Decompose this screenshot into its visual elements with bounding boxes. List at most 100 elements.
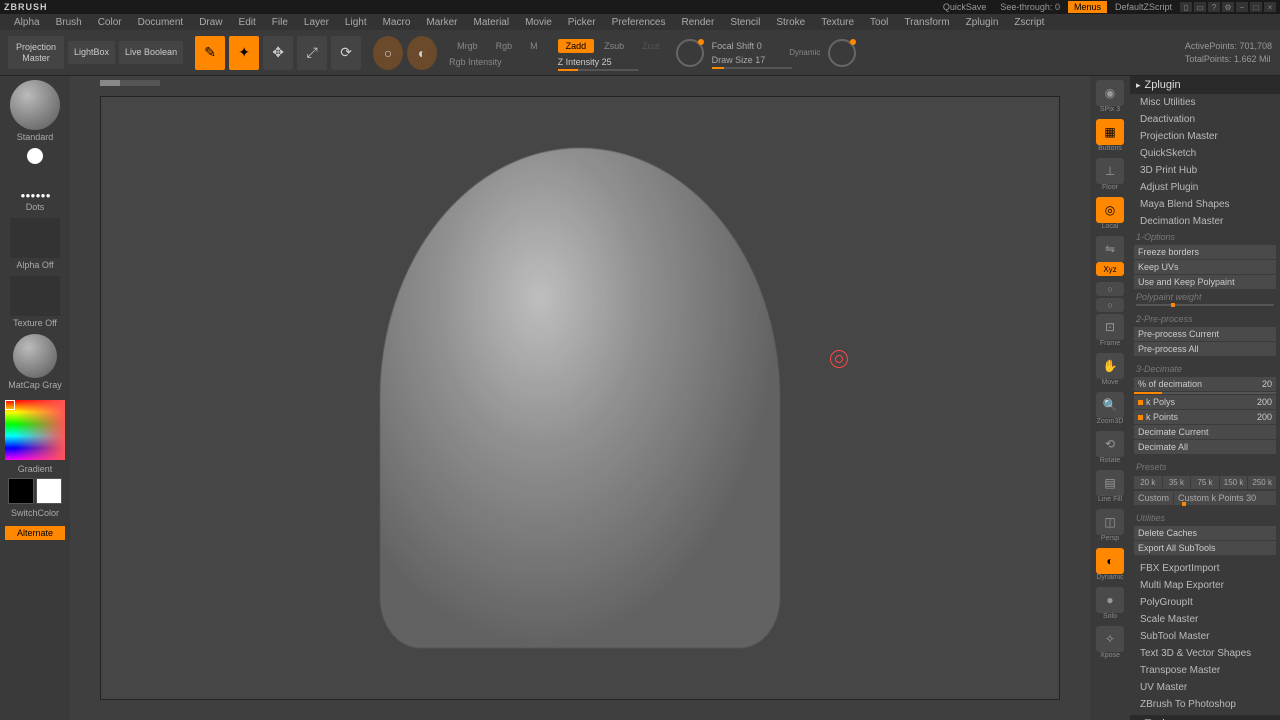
menu-file[interactable]: File bbox=[264, 17, 296, 28]
dynamic-button[interactable]: ◐ bbox=[1096, 548, 1124, 574]
menu-texture[interactable]: Texture bbox=[813, 17, 862, 28]
plugin-maya[interactable]: Maya Blend Shapes bbox=[1130, 196, 1280, 213]
menu-layer[interactable]: Layer bbox=[296, 17, 337, 28]
color-picker[interactable] bbox=[5, 400, 65, 460]
menu-tool[interactable]: Tool bbox=[862, 17, 896, 28]
preset-250k[interactable]: 250 k bbox=[1248, 476, 1276, 489]
m-button[interactable]: M bbox=[522, 39, 546, 53]
decimation-percent-slider[interactable]: % of decimation20 bbox=[1134, 377, 1276, 391]
xyz-button[interactable]: Xyz bbox=[1096, 262, 1124, 276]
menu-marker[interactable]: Marker bbox=[418, 17, 465, 28]
persp-button[interactable]: ◫ bbox=[1096, 509, 1124, 535]
move-mode-button[interactable]: ✥ bbox=[263, 36, 293, 70]
menu-color[interactable]: Color bbox=[90, 17, 130, 28]
panel-header[interactable]: Zplugin bbox=[1130, 76, 1280, 94]
kpolys-slider[interactable]: k Polys200 bbox=[1134, 395, 1276, 409]
plugin-quicksketch[interactable]: QuickSketch bbox=[1130, 145, 1280, 162]
rotate-mode-button[interactable]: ⟳ bbox=[331, 36, 361, 70]
plugin-decimation[interactable]: Decimation Master bbox=[1130, 213, 1280, 230]
plugin-zbrush2ps[interactable]: ZBrush To Photoshop bbox=[1130, 696, 1280, 713]
sculptris-button[interactable]: ◐ bbox=[407, 36, 437, 70]
swatch-primary[interactable] bbox=[36, 478, 62, 504]
zoom-button[interactable]: 🔍 bbox=[1096, 392, 1124, 418]
material-thumb[interactable] bbox=[13, 334, 57, 378]
menu-stencil[interactable]: Stencil bbox=[722, 17, 768, 28]
swatch-secondary[interactable] bbox=[8, 478, 34, 504]
zadd-button[interactable]: Zadd bbox=[558, 39, 595, 53]
doc-scrollbar[interactable] bbox=[100, 80, 160, 86]
plugin-misc[interactable]: Misc Utilities bbox=[1130, 94, 1280, 111]
focal-shift-slider[interactable]: Focal Shift 0 bbox=[712, 41, 766, 51]
menu-edit[interactable]: Edit bbox=[231, 17, 264, 28]
delete-caches-button[interactable]: Delete Caches bbox=[1134, 526, 1276, 540]
plugin-transpose[interactable]: Transpose Master bbox=[1130, 662, 1280, 679]
scale-mode-button[interactable]: ⤢ bbox=[297, 36, 327, 70]
kpoints-slider[interactable]: k Points200 bbox=[1134, 410, 1276, 424]
menu-render[interactable]: Render bbox=[674, 17, 723, 28]
gradient-label[interactable]: Gradient bbox=[18, 464, 53, 474]
menu-brush[interactable]: Brush bbox=[48, 17, 90, 28]
menus-button[interactable]: Menus bbox=[1068, 1, 1107, 13]
preset-20k[interactable]: 20 k bbox=[1134, 476, 1162, 489]
zsub-button[interactable]: Zsub bbox=[596, 39, 632, 53]
plugin-scalemaster[interactable]: Scale Master bbox=[1130, 611, 1280, 628]
maximize-icon[interactable]: □ bbox=[1250, 2, 1262, 12]
layout-icon[interactable]: ▯ bbox=[1180, 2, 1192, 12]
brush-thumb[interactable] bbox=[10, 80, 60, 130]
projection-master-button[interactable]: Projection Master bbox=[8, 36, 64, 70]
menu-transform[interactable]: Transform bbox=[896, 17, 957, 28]
live-boolean-button[interactable]: Live Boolean bbox=[119, 41, 183, 64]
freeze-borders-button[interactable]: Freeze borders bbox=[1134, 245, 1276, 259]
bpr-button[interactable]: ◉ bbox=[1096, 80, 1124, 106]
plugin-3dprint[interactable]: 3D Print Hub bbox=[1130, 162, 1280, 179]
brush-size-icon[interactable] bbox=[828, 39, 856, 67]
close-icon[interactable]: × bbox=[1264, 2, 1276, 12]
preprocess-all-button[interactable]: Pre-process All bbox=[1134, 342, 1276, 356]
draw-size-slider[interactable]: Draw Size 17 bbox=[712, 55, 766, 65]
move-view-button[interactable]: ✋ bbox=[1096, 353, 1124, 379]
preset-75k[interactable]: 75 k bbox=[1191, 476, 1219, 489]
menu-draw[interactable]: Draw bbox=[191, 17, 230, 28]
plugin-text3d[interactable]: Text 3D & Vector Shapes bbox=[1130, 645, 1280, 662]
preset-150k[interactable]: 150 k bbox=[1220, 476, 1248, 489]
menu-alpha[interactable]: Alpha bbox=[6, 17, 48, 28]
settings-icon[interactable]: ⚙ bbox=[1222, 2, 1234, 12]
plugin-deactivation[interactable]: Deactivation bbox=[1130, 111, 1280, 128]
frame-button[interactable]: ⊡ bbox=[1096, 314, 1124, 340]
linefill-button[interactable]: ▤ bbox=[1096, 470, 1124, 496]
lightbox-button[interactable]: LightBox bbox=[68, 41, 115, 64]
mrgb-button[interactable]: Mrgb bbox=[449, 39, 486, 53]
plugin-polygroupit[interactable]: PolyGroupIt bbox=[1130, 594, 1280, 611]
z-button[interactable]: ○ bbox=[1096, 298, 1124, 312]
menu-macro[interactable]: Macro bbox=[375, 17, 419, 28]
menu-document[interactable]: Document bbox=[130, 17, 192, 28]
edit-mode-button[interactable]: ✎ bbox=[195, 36, 225, 70]
local-button[interactable]: ◎ bbox=[1096, 197, 1124, 223]
decimate-current-button[interactable]: Decimate Current bbox=[1134, 425, 1276, 439]
menu-zplugin[interactable]: Zplugin bbox=[958, 17, 1007, 28]
menu-movie[interactable]: Movie bbox=[517, 17, 560, 28]
custom-kpoints-slider[interactable]: Custom k Points 30 bbox=[1174, 491, 1276, 505]
menu-light[interactable]: Light bbox=[337, 17, 375, 28]
zcut-button[interactable]: Zcut bbox=[634, 39, 668, 53]
menu-stroke[interactable]: Stroke bbox=[768, 17, 813, 28]
xpose-button[interactable]: ✧ bbox=[1096, 626, 1124, 652]
alpha-thumb[interactable] bbox=[10, 218, 60, 258]
rgb-button[interactable]: Rgb bbox=[488, 39, 521, 53]
switchcolor-button[interactable]: SwitchColor bbox=[11, 508, 59, 518]
use-polypaint-button[interactable]: Use and Keep Polypaint bbox=[1134, 275, 1276, 289]
plugin-uvmaster[interactable]: UV Master bbox=[1130, 679, 1280, 696]
preset-35k[interactable]: 35 k bbox=[1163, 476, 1191, 489]
quicksave-button[interactable]: QuickSave bbox=[937, 2, 993, 12]
menu-material[interactable]: Material bbox=[466, 17, 518, 28]
plugin-fbx[interactable]: FBX ExportImport bbox=[1130, 560, 1280, 577]
draw-mode-button[interactable]: ✦ bbox=[229, 36, 259, 70]
solo-button[interactable]: ● bbox=[1096, 587, 1124, 613]
dynamic-label[interactable]: Dynamic bbox=[789, 48, 820, 57]
buttons-toggle[interactable]: ▦ bbox=[1096, 119, 1124, 145]
lsym-button[interactable]: ⇋ bbox=[1096, 236, 1124, 262]
decimate-all-button[interactable]: Decimate All bbox=[1134, 440, 1276, 454]
stroke-thumb[interactable] bbox=[27, 148, 43, 164]
alternate-button[interactable]: Alternate bbox=[5, 526, 65, 540]
help-icon[interactable]: ? bbox=[1208, 2, 1220, 12]
